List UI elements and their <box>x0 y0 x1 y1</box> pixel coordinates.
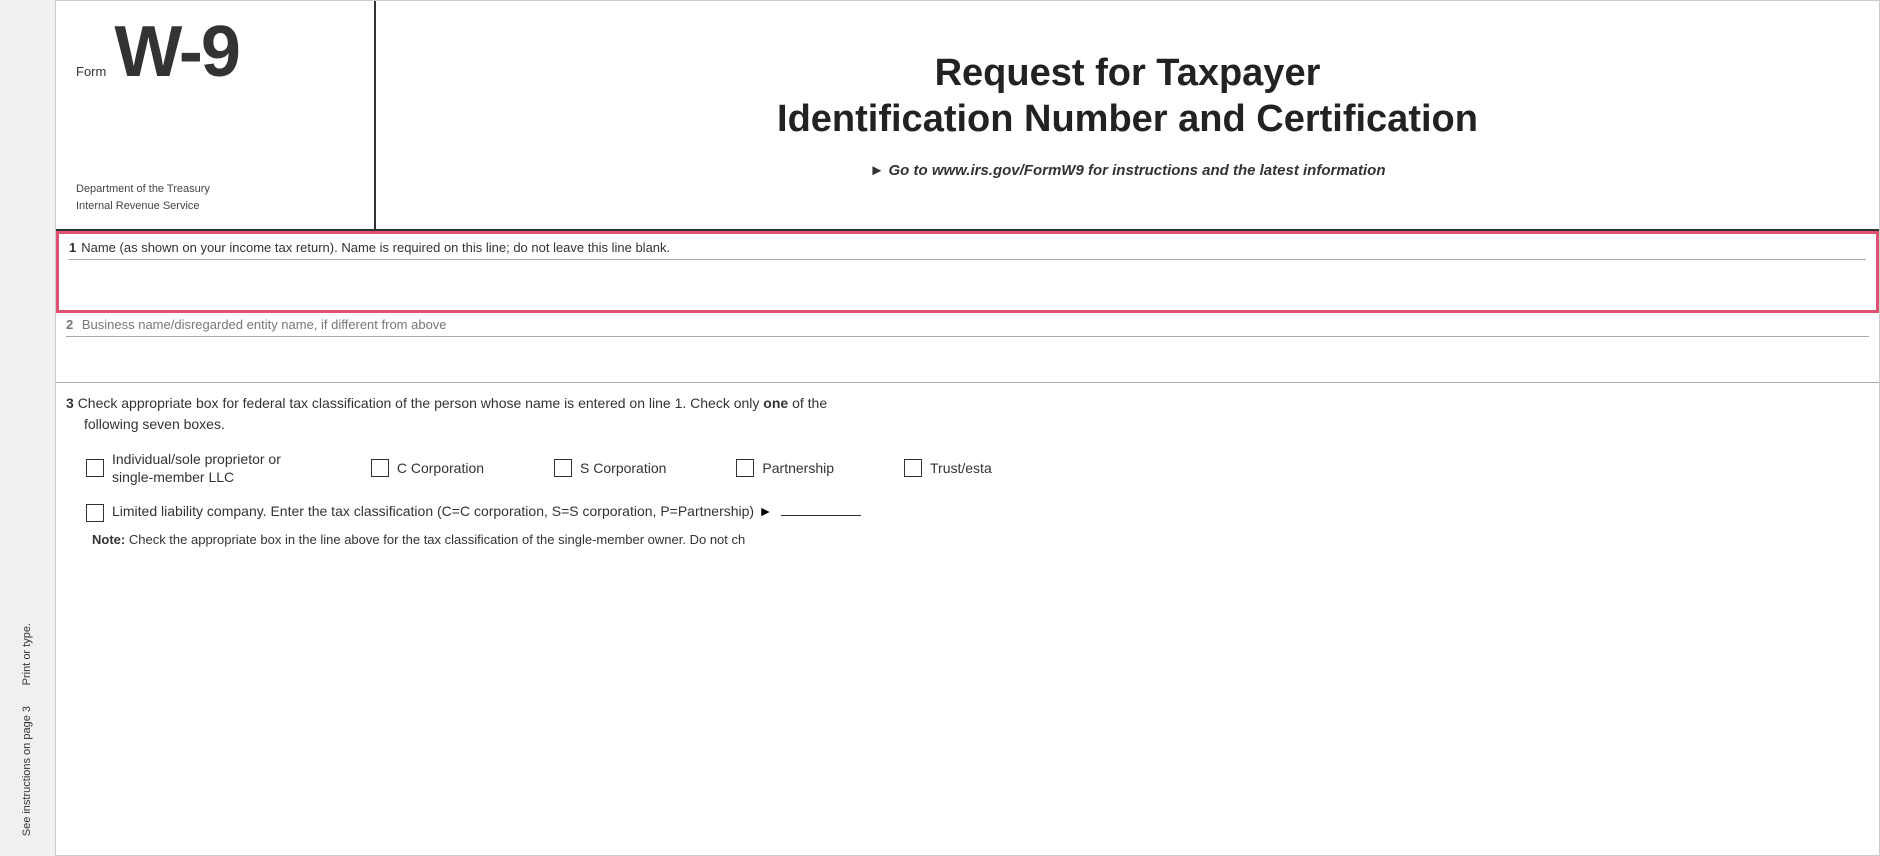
field-3-number: 3 <box>66 395 74 411</box>
checkbox-partnership-label: Partnership <box>762 459 834 477</box>
checkbox-s-corp-box[interactable] <box>554 459 572 477</box>
checkbox-trust-label: Trust/esta <box>930 459 992 477</box>
checkbox-partnership: Partnership <box>736 459 834 477</box>
checkbox-individual: Individual/sole proprietor or single-mem… <box>86 450 281 486</box>
dept-info: Department of the Treasury Internal Reve… <box>76 181 354 214</box>
goto-text: Go to <box>889 162 928 179</box>
side-print-type: Print or type. <box>20 623 34 685</box>
form-area: Form W-9 Department of the Treasury Inte… <box>55 0 1880 856</box>
field-3-label-part1: Check appropriate box for federal tax cl… <box>78 395 764 411</box>
checkbox-c-corp-box[interactable] <box>371 459 389 477</box>
main-subtitle: Identification Number and Certification <box>777 97 1478 143</box>
dept-line1: Department of the Treasury <box>76 181 354 198</box>
left-sidebar: Print or type. See instructions on page … <box>0 0 55 856</box>
side-instruction-container: Print or type. See instructions on page … <box>20 623 34 836</box>
field-2-number: 2 <box>66 317 73 332</box>
field-3-label-part3: following seven boxes. <box>84 416 225 432</box>
checkbox-partnership-box[interactable] <box>736 459 754 477</box>
checkbox-c-corp: C Corporation <box>371 459 484 477</box>
form-label-text: Form <box>76 64 106 79</box>
checkbox-s-corp-label: S Corporation <box>580 459 666 477</box>
field-1-label: 1 Name (as shown on your income tax retu… <box>59 234 1876 259</box>
field-1-section: 1 Name (as shown on your income tax retu… <box>56 231 1879 313</box>
checkbox-s-corp: S Corporation <box>554 459 666 477</box>
dept-line2: Internal Revenue Service <box>76 198 354 215</box>
field-1-number: 1 <box>69 240 76 255</box>
field-2-input[interactable] <box>66 336 1869 376</box>
goto-suffix: for instructions and the latest informat… <box>1088 162 1386 179</box>
individual-line2: single-member LLC <box>112 468 281 486</box>
checkbox-individual-label: Individual/sole proprietor or single-mem… <box>112 450 281 486</box>
field-2-section: 2 Business name/disregarded entity name,… <box>56 313 1879 383</box>
header-left: Form W-9 Department of the Treasury Inte… <box>56 1 376 229</box>
field-2-label: 2 Business name/disregarded entity name,… <box>56 313 1879 336</box>
llc-arrow: ► <box>759 503 773 519</box>
field-1-text: Name (as shown on your income tax return… <box>81 240 670 255</box>
note-bold: Note: <box>92 532 125 547</box>
page-container: Print or type. See instructions on page … <box>0 0 1880 856</box>
goto-line: ► Go to www.irs.gov/FormW9 for instructi… <box>869 162 1385 179</box>
llc-note: Note: Check the appropriate box in the l… <box>92 530 1869 550</box>
header-right: Request for Taxpayer Identification Numb… <box>376 1 1879 229</box>
form-number: W-9 <box>114 16 239 88</box>
llc-row: Limited liability company. Enter the tax… <box>86 501 1869 522</box>
field-3-label-bold: one <box>763 395 788 411</box>
field-1-input[interactable] <box>69 259 1866 304</box>
checkboxes-row: Individual/sole proprietor or single-mem… <box>66 450 1869 486</box>
field-3-section: 3 Check appropriate box for federal tax … <box>56 383 1879 560</box>
main-title: Request for Taxpayer <box>935 51 1321 97</box>
goto-url: www.irs.gov/FormW9 <box>932 162 1084 179</box>
field-3-label-part2: of the <box>792 395 827 411</box>
side-see-instructions: See instructions on page 3 <box>20 706 34 836</box>
llc-text: Limited liability company. Enter the tax… <box>112 503 754 519</box>
checkbox-llc-box[interactable] <box>86 504 104 522</box>
note-text: Check the appropriate box in the line ab… <box>129 532 745 547</box>
individual-line1: Individual/sole proprietor or <box>112 450 281 468</box>
checkbox-individual-box[interactable] <box>86 459 104 477</box>
llc-input-line <box>781 515 861 516</box>
checkbox-trust: Trust/esta <box>904 459 992 477</box>
checkbox-trust-box[interactable] <box>904 459 922 477</box>
checkbox-c-corp-label: C Corporation <box>397 459 484 477</box>
field-2-text: Business name/disregarded entity name, i… <box>82 317 447 332</box>
field-3-header: 3 Check appropriate box for federal tax … <box>66 393 1869 435</box>
header-section: Form W-9 Department of the Treasury Inte… <box>56 1 1879 231</box>
